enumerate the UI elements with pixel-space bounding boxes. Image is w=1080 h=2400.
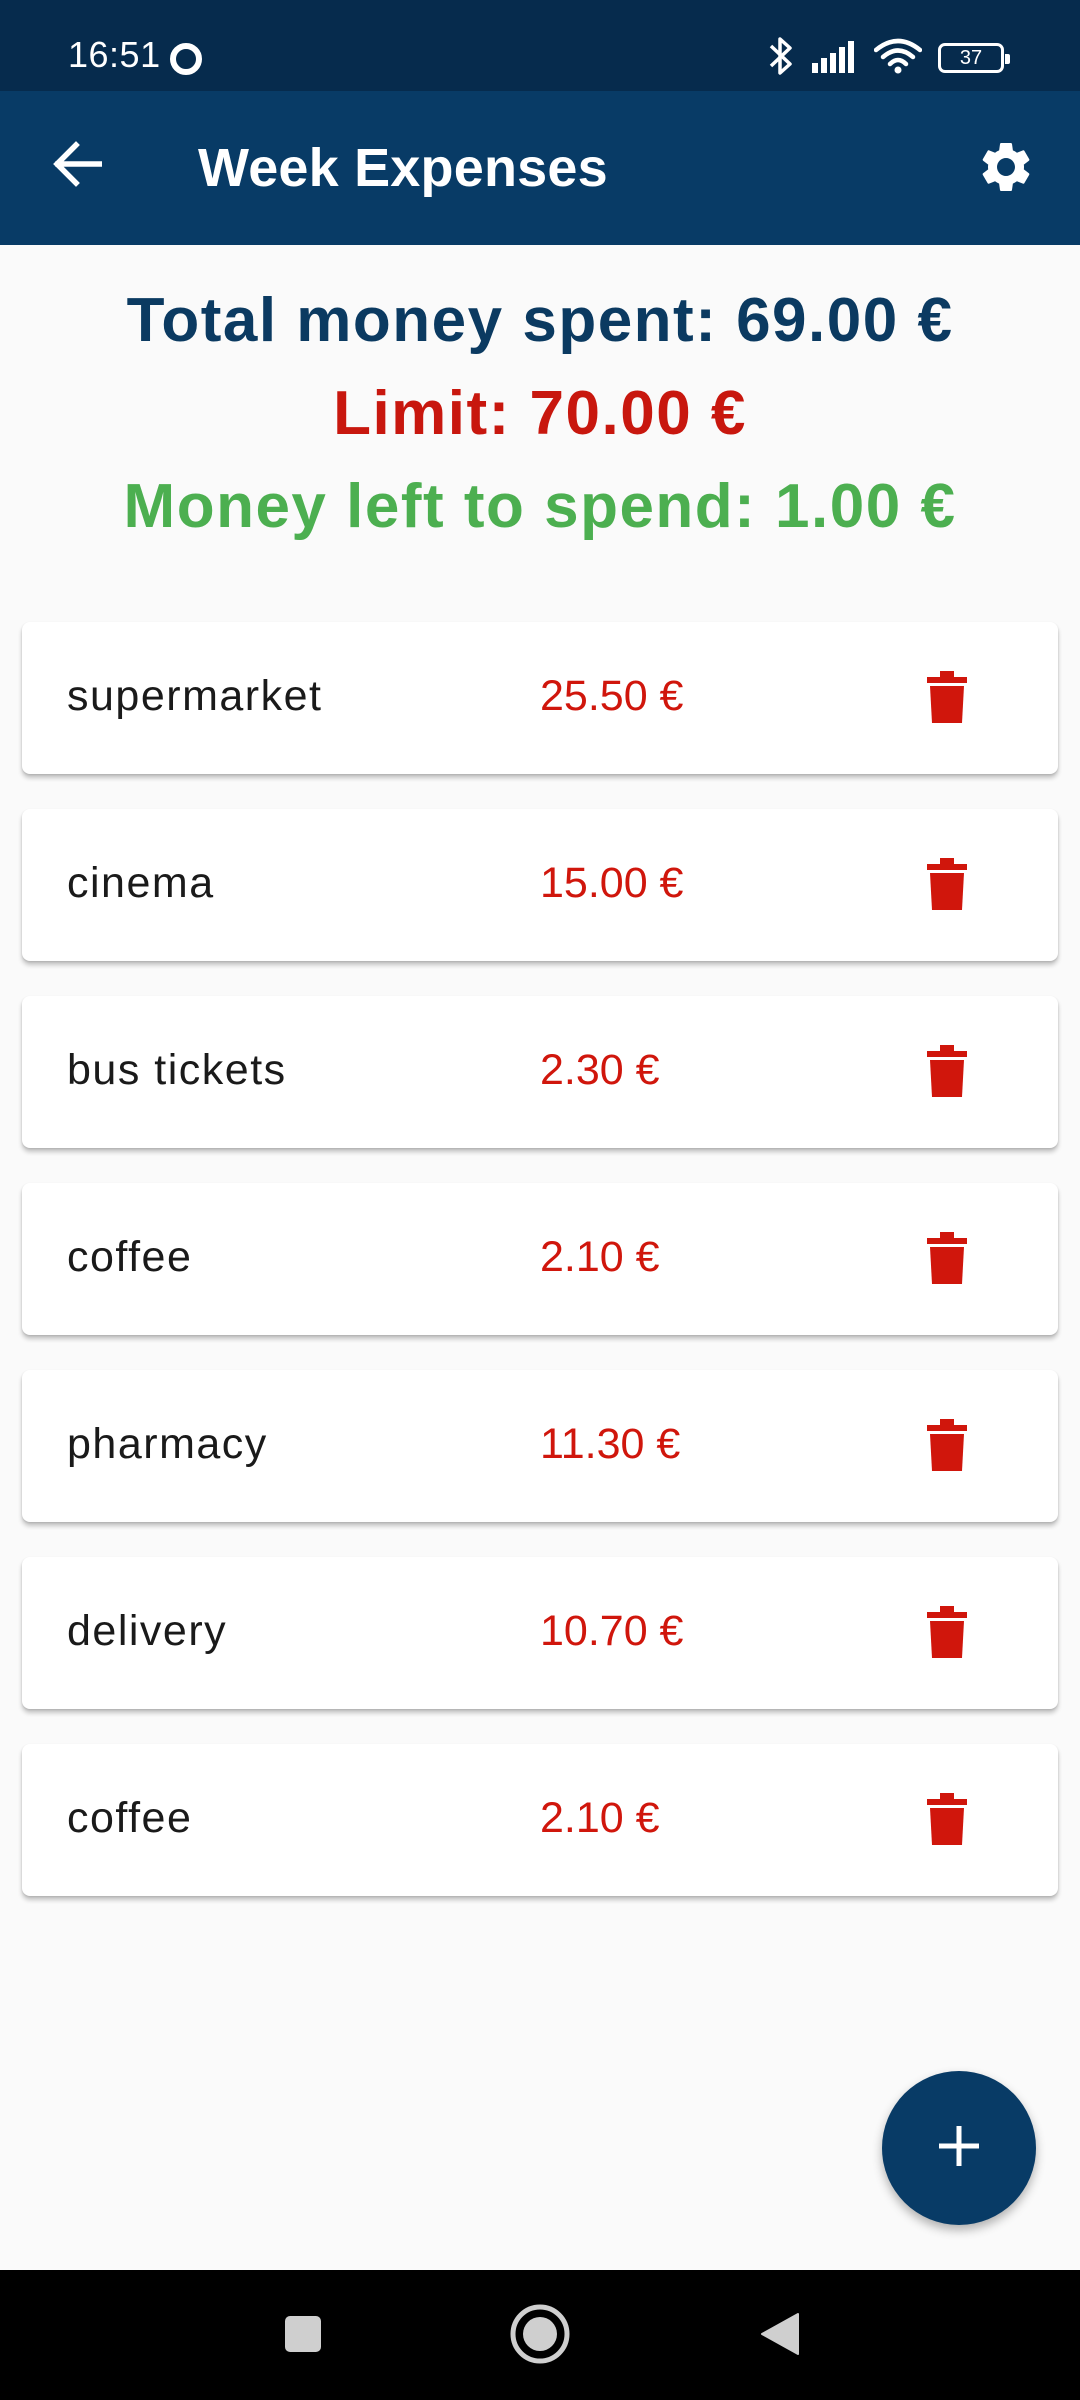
back-button[interactable] — [42, 131, 112, 201]
delete-button[interactable] — [912, 1786, 982, 1856]
system-nav-bar — [0, 2270, 1080, 2400]
delete-button[interactable] — [912, 664, 982, 734]
expense-amount: 25.50 € — [540, 672, 684, 720]
expense-name: supermarket — [67, 672, 323, 720]
trash-icon — [927, 1605, 967, 1663]
expense-item[interactable]: delivery 10.70 € — [22, 1557, 1058, 1709]
add-expense-button[interactable] — [882, 2071, 1036, 2225]
trash-icon — [927, 1792, 967, 1850]
expense-item[interactable]: pharmacy 11.30 € — [22, 1370, 1058, 1522]
arrow-back-icon — [52, 140, 103, 192]
notification-dot-icon — [170, 43, 202, 75]
expense-amount: 2.10 € — [540, 1233, 660, 1281]
plus-icon — [937, 2124, 981, 2173]
square-icon — [283, 2314, 323, 2359]
limit-text: Limit: 70.00 € — [333, 379, 747, 448]
expense-amount: 11.30 € — [540, 1420, 681, 1468]
delete-button[interactable] — [912, 1412, 982, 1482]
expense-amount: 10.70 € — [540, 1607, 684, 1655]
gear-icon — [976, 137, 1036, 202]
expense-name: bus tickets — [67, 1046, 287, 1094]
delete-button[interactable] — [912, 1599, 982, 1669]
expense-amount: 15.00 € — [540, 859, 684, 907]
expense-item[interactable]: coffee 2.10 € — [22, 1183, 1058, 1335]
expense-item[interactable]: supermarket 25.50 € — [22, 622, 1058, 774]
home-button[interactable] — [502, 2298, 578, 2374]
expense-summary: Total money spent: 69.00 € Limit: 70.00 … — [0, 285, 1080, 542]
delete-button[interactable] — [912, 1225, 982, 1295]
settings-button[interactable] — [968, 131, 1044, 207]
expense-name: pharmacy — [67, 1420, 268, 1468]
status-icons: 37 — [768, 36, 1010, 81]
delete-button[interactable] — [912, 1038, 982, 1108]
expense-amount: 2.30 € — [540, 1046, 660, 1094]
expense-name: delivery — [67, 1607, 228, 1655]
expense-item[interactable]: cinema 15.00 € — [22, 809, 1058, 961]
back-nav-button[interactable] — [742, 2298, 818, 2374]
expense-amount: 2.10 € — [540, 1794, 660, 1842]
bluetooth-icon — [768, 36, 794, 81]
trash-icon — [927, 857, 967, 915]
expense-name: cinema — [67, 859, 215, 907]
expense-name: coffee — [67, 1794, 193, 1842]
status-time: 16:51 — [68, 34, 161, 75]
expense-item[interactable]: coffee 2.10 € — [22, 1744, 1058, 1896]
expense-item[interactable]: bus tickets 2.30 € — [22, 996, 1058, 1148]
trash-icon — [927, 670, 967, 728]
home-circle-icon — [509, 2303, 571, 2370]
status-bar: 16:51 37 — [0, 0, 1080, 91]
battery-icon: 37 — [938, 43, 1010, 73]
trash-icon — [927, 1418, 967, 1476]
trash-icon — [927, 1231, 967, 1289]
triangle-back-icon — [758, 2310, 802, 2363]
app-bar: Week Expenses — [0, 91, 1080, 245]
expense-name: coffee — [67, 1233, 193, 1281]
money-left-text: Money left to spend: 1.00 € — [123, 472, 957, 541]
expense-list: supermarket 25.50 € cinema 15.00 € bus t… — [22, 622, 1058, 1931]
cell-signal-icon — [810, 39, 858, 78]
page-title: Week Expenses — [198, 138, 608, 198]
wifi-icon — [873, 38, 923, 79]
recents-button[interactable] — [265, 2298, 341, 2374]
trash-icon — [927, 1044, 967, 1102]
total-spent-text: Total money spent: 69.00 € — [126, 286, 954, 355]
delete-button[interactable] — [912, 851, 982, 921]
